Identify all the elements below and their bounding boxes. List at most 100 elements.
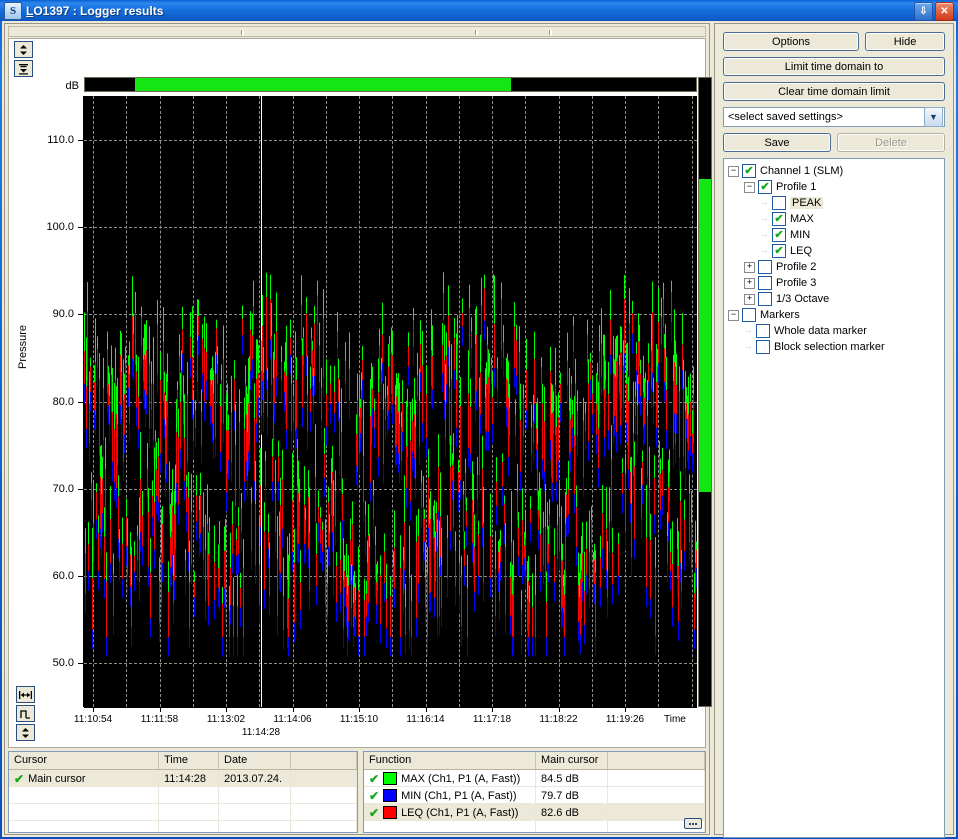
- resize-grip[interactable]: [684, 818, 702, 829]
- x-axis-tick-mark: [292, 707, 294, 712]
- bottom-tables: Cursor Time Date ✔ Main cursor 11:14:28 …: [8, 751, 706, 833]
- tree-item-profile-1[interactable]: − ✔ Profile 1: [728, 179, 944, 195]
- series-traces: [84, 272, 697, 657]
- table-row-empty[interactable]: [364, 821, 705, 832]
- clear-time-domain-limit-button[interactable]: Clear time domain limit: [723, 82, 945, 101]
- pin-button[interactable]: ⇩: [914, 2, 933, 21]
- tree-connector-icon: ··: [745, 326, 752, 336]
- table-row[interactable]: ✔ Main cursor 11:14:28 2013.07.24.: [9, 770, 357, 787]
- cursor-table: Cursor Time Date ✔ Main cursor 11:14:28 …: [8, 751, 358, 833]
- tree-expander-icon[interactable]: −: [728, 309, 739, 321]
- saved-settings-select[interactable]: <select saved settings> ▼: [723, 107, 945, 127]
- y-scale-updown-button[interactable]: [13, 41, 33, 58]
- tree-item-label: Block selection marker: [774, 341, 885, 353]
- table-row-empty[interactable]: [9, 821, 357, 832]
- delete-button: Delete: [837, 133, 945, 152]
- plot-area[interactable]: [84, 96, 697, 707]
- save-button[interactable]: Save: [723, 133, 831, 152]
- limit-time-domain-button[interactable]: Limit time domain to: [723, 57, 945, 76]
- tree-checkbox[interactable]: [758, 292, 772, 306]
- tree-item-profile-3[interactable]: + Profile 3: [728, 275, 944, 291]
- close-button[interactable]: ✕: [935, 2, 954, 21]
- table-row[interactable]: ✔ MIN (Ch1, P1 (A, Fast)) 79.7 dB: [364, 787, 705, 804]
- window-title: LO1397 : Logger results: [26, 4, 163, 18]
- check-icon: ✔: [369, 771, 380, 786]
- tree-item-label: MIN: [790, 229, 811, 241]
- function-name-cell: ✔ MIN (Ch1, P1 (A, Fast)): [364, 787, 536, 803]
- y-pan-button[interactable]: [15, 724, 35, 741]
- x-axis-tick-mark: [226, 707, 227, 712]
- tree-item-channel-1-slm[interactable]: − ✔ Channel 1 (SLM): [728, 163, 944, 179]
- title-bar-buttons: ⇩ ✕: [914, 2, 954, 21]
- function-value-cell: 84.5 dB: [536, 770, 608, 786]
- step-mode-button[interactable]: [15, 705, 35, 722]
- side-panel: Options Hide Limit time domain to Clear …: [714, 23, 954, 838]
- app-logger-icon: S: [4, 1, 22, 20]
- title-bar: S LO1397 : Logger results ⇩ ✕: [0, 0, 958, 21]
- side-panel-row-2: Limit time domain to: [723, 57, 945, 76]
- tree-checkbox[interactable]: [758, 260, 772, 274]
- tree-checkbox[interactable]: ✔: [772, 212, 786, 226]
- function-name-label: LEQ (Ch1, P1 (A, Fast)): [401, 806, 519, 819]
- tree-checkbox[interactable]: [756, 324, 770, 338]
- tree-item-block-selection-marker[interactable]: ·· Block selection marker: [728, 339, 944, 355]
- tree-item-markers[interactable]: − Markers: [728, 307, 944, 323]
- function-col-main-cursor: Main cursor: [536, 752, 608, 769]
- function-col-blank: [608, 752, 705, 769]
- table-row[interactable]: ✔ LEQ (Ch1, P1 (A, Fast)) 82.6 dB: [364, 804, 705, 821]
- window-title-rest: O1397 : Logger results: [33, 3, 164, 18]
- tree-checkbox[interactable]: ✔: [742, 164, 756, 178]
- table-row-empty[interactable]: [9, 804, 357, 821]
- table-row-empty[interactable]: [9, 787, 357, 804]
- tree-checkbox[interactable]: ✔: [772, 244, 786, 258]
- tree-checkbox[interactable]: [742, 308, 756, 322]
- cursor-table-header: Cursor Time Date: [9, 752, 357, 770]
- tree-item-label: 1/3 Octave: [776, 293, 830, 305]
- tree-item-leq[interactable]: ·· ✔ LEQ: [728, 243, 944, 259]
- tree-item-peak[interactable]: ·· PEAK: [728, 195, 944, 211]
- tree-checkbox[interactable]: [758, 276, 772, 290]
- cursor-col-date: Date: [219, 752, 291, 769]
- data-coverage-bar: [84, 77, 697, 92]
- tree-expander-icon[interactable]: −: [728, 165, 739, 177]
- vertical-scrollbar[interactable]: [698, 77, 712, 707]
- y-axis-tick-label: 110.0: [47, 133, 74, 146]
- x-axis-tick-label: 11:16:14: [406, 714, 445, 725]
- tree-checkbox[interactable]: ✔: [772, 228, 786, 242]
- horizontal-scrollbar-top[interactable]: [8, 26, 706, 37]
- tree-item-label: Markers: [760, 309, 800, 321]
- chevron-down-icon[interactable]: ▼: [924, 107, 943, 127]
- tree-connector-icon: ··: [761, 246, 768, 256]
- y-axis-tick-label: 50.0: [52, 657, 74, 670]
- hide-button[interactable]: Hide: [865, 32, 945, 51]
- options-button[interactable]: Options: [723, 32, 859, 51]
- y-axis-tick-label: 100.0: [46, 220, 74, 233]
- function-name-cell: ✔ MAX (Ch1, P1 (A, Fast)): [364, 770, 536, 786]
- side-panel-row-4: Save Delete: [723, 133, 945, 152]
- tree-checkbox[interactable]: ✔: [758, 180, 772, 194]
- tree-checkbox[interactable]: [756, 340, 770, 354]
- channel-tree[interactable]: − ✔ Channel 1 (SLM) − ✔ Profile 1 ·· PEAK ·· ✔ MAX…: [723, 158, 945, 838]
- table-row[interactable]: ✔ MAX (Ch1, P1 (A, Fast)) 84.5 dB: [364, 770, 705, 787]
- function-value-cell: 82.6 dB: [536, 804, 608, 820]
- tree-item-label: Profile 1: [776, 181, 817, 193]
- tree-item-max[interactable]: ·· ✔ MAX: [728, 211, 944, 227]
- cursor-col-blank: [291, 752, 357, 769]
- x-axis-tick-label: 11:19:26: [605, 714, 645, 725]
- tree-expander-icon[interactable]: +: [744, 293, 755, 305]
- check-icon: ✔: [369, 788, 380, 803]
- y-autoscale-button[interactable]: [13, 60, 33, 77]
- x-axis-tick-mark: [625, 707, 626, 712]
- graph-pane: dB 110.0 100.0 90.0 80.0 70.0 60.0 50.0 Pressu…: [4, 23, 712, 835]
- tree-item-whole-data-marker[interactable]: ·· Whole data marker: [728, 323, 944, 339]
- tree-item-1-3-octave[interactable]: +1/3 Octave: [728, 291, 944, 307]
- tree-connector-icon: ··: [761, 198, 768, 208]
- tree-item-min[interactable]: ·· ✔ MIN: [728, 227, 944, 243]
- cursor-name-cell: ✔ Main cursor: [9, 770, 159, 786]
- tree-expander-icon[interactable]: +: [744, 261, 755, 273]
- tree-checkbox[interactable]: [772, 196, 786, 210]
- tree-expander-icon[interactable]: +: [744, 277, 755, 289]
- fit-horizontal-button[interactable]: [15, 686, 35, 703]
- tree-expander-icon[interactable]: −: [744, 181, 755, 193]
- tree-item-profile-2[interactable]: + Profile 2: [728, 259, 944, 275]
